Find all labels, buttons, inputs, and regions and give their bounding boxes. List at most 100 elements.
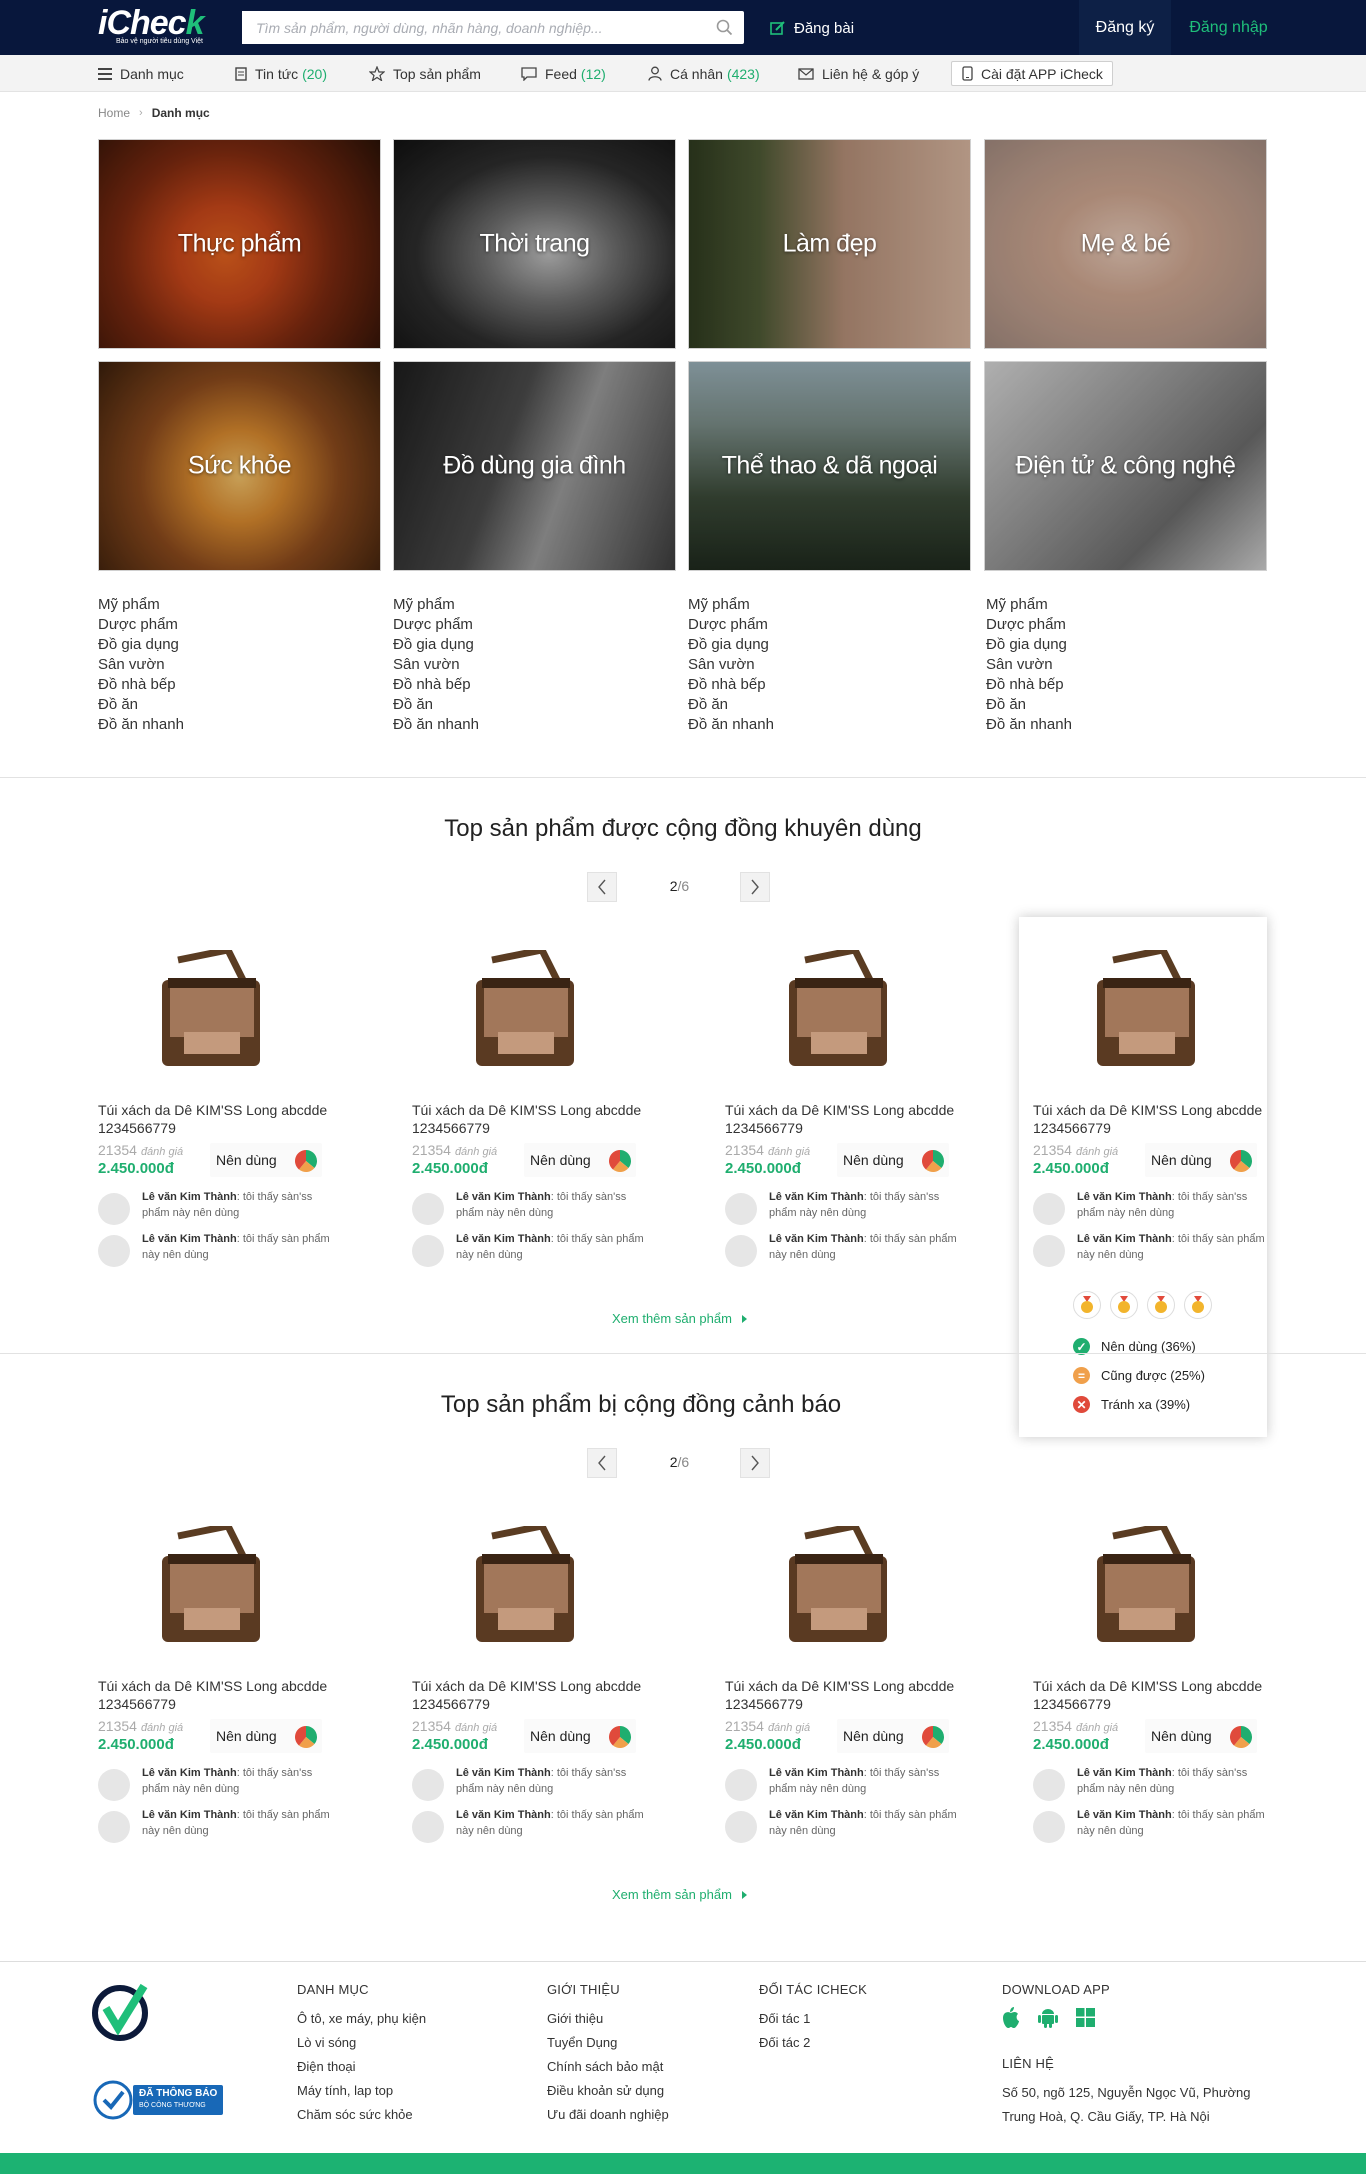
avatar[interactable]: [412, 1769, 444, 1801]
avatar[interactable]: [1033, 1769, 1065, 1801]
review-user[interactable]: Lê văn Kim Thành: [1077, 1809, 1172, 1821]
review-user[interactable]: Lê văn Kim Thành: [142, 1809, 237, 1821]
review-user[interactable]: Lê văn Kim Thành: [769, 1809, 864, 1821]
product-name[interactable]: Túi xách da Dê KIM'SS Long abcdde 123456…: [98, 1101, 338, 1137]
avatar[interactable]: [1033, 1235, 1065, 1267]
footer-link[interactable]: Đối tác 2: [759, 2031, 867, 2055]
category-tile-mother-baby[interactable]: Mẹ & bé: [984, 139, 1267, 349]
product-card[interactable]: Túi xách da Dê KIM'SS Long abcdde 123456…: [412, 1493, 660, 1853]
footer-link[interactable]: Tuyển Dụng: [547, 2031, 669, 2055]
footer-link[interactable]: Giới thiệu: [547, 2007, 669, 2031]
product-name[interactable]: Túi xách da Dê KIM'SS Long abcdde 123456…: [725, 1101, 965, 1137]
subcategory-link[interactable]: Mỹ phẩm: [688, 595, 938, 615]
nav-categories[interactable]: Danh mục: [98, 55, 184, 92]
product-card[interactable]: Túi xách da Dê KIM'SS Long abcdde 123456…: [98, 917, 346, 1277]
subcategory-link[interactable]: Dược phẩm: [986, 615, 1236, 635]
subcategory-link[interactable]: Mỹ phẩm: [98, 595, 348, 615]
avatar[interactable]: [725, 1811, 757, 1843]
windows-icon[interactable]: [1076, 2008, 1095, 2027]
subcategory-link[interactable]: Đồ gia dụng: [393, 635, 643, 655]
avatar[interactable]: [98, 1235, 130, 1267]
vote-usable[interactable]: = Cũng được (25%): [1073, 1367, 1205, 1384]
review-user[interactable]: Lê văn Kim Thành: [1077, 1191, 1172, 1203]
product-name[interactable]: Túi xách da Dê KIM'SS Long abcdde 123456…: [412, 1101, 652, 1137]
avatar[interactable]: [1033, 1193, 1065, 1225]
search-input[interactable]: [242, 11, 704, 44]
avatar[interactable]: [98, 1769, 130, 1801]
footer-link[interactable]: Điều khoản sử dụng: [547, 2079, 669, 2103]
nav-news[interactable]: Tin tức (20): [234, 55, 327, 92]
product-name[interactable]: Túi xách da Dê KIM'SS Long abcdde 123456…: [98, 1677, 338, 1713]
footer-link[interactable]: Chính sách bảo mật: [547, 2055, 669, 2079]
review-user[interactable]: Lê văn Kim Thành: [769, 1191, 864, 1203]
subcategory-link[interactable]: Đồ nhà bếp: [98, 675, 348, 695]
subcategory-link[interactable]: Đồ nhà bếp: [393, 675, 643, 695]
avatar[interactable]: [98, 1193, 130, 1225]
subcategory-link[interactable]: Đồ ăn nhanh: [986, 715, 1236, 735]
subcategory-link[interactable]: Đồ gia dụng: [98, 635, 348, 655]
icheck-footer-logo[interactable]: [92, 1982, 152, 2042]
subcategory-link[interactable]: Dược phẩm: [393, 615, 643, 635]
category-tile-sports[interactable]: Thể thao & dã ngoại: [688, 361, 971, 571]
recommend-badge[interactable]: Nên dùng: [1145, 1143, 1257, 1177]
subcategory-link[interactable]: Đồ gia dụng: [688, 635, 938, 655]
review-user[interactable]: Lê văn Kim Thành: [142, 1767, 237, 1779]
avatar[interactable]: [725, 1193, 757, 1225]
subcategory-link[interactable]: Đồ ăn nhanh: [98, 715, 348, 735]
footer-link[interactable]: Chăm sóc sức khỏe: [297, 2103, 426, 2127]
subcategory-link[interactable]: Đồ gia dụng: [986, 635, 1236, 655]
subcategory-link[interactable]: Đồ ăn: [688, 695, 938, 715]
footer-link[interactable]: Ưu đãi doanh nghiệp: [547, 2103, 669, 2127]
subcategory-link[interactable]: Mỹ phẩm: [393, 595, 643, 615]
nav-personal[interactable]: Cá nhân (423): [648, 55, 760, 92]
post-button[interactable]: Đăng bài: [770, 15, 854, 41]
ministry-badge[interactable]: ĐÃ THÔNG BÁO BỘ CÔNG THƯƠNG: [93, 2080, 228, 2120]
product-name[interactable]: Túi xách da Dê KIM'SS Long abcdde 123456…: [412, 1677, 652, 1713]
recommend-badge[interactable]: Nên dùng: [210, 1143, 322, 1177]
review-user[interactable]: Lê văn Kim Thành: [456, 1233, 551, 1245]
subcategory-link[interactable]: Sân vườn: [688, 655, 938, 675]
subcategory-link[interactable]: Sân vườn: [98, 655, 348, 675]
avatar[interactable]: [98, 1811, 130, 1843]
avatar[interactable]: [725, 1769, 757, 1801]
review-user[interactable]: Lê văn Kim Thành: [456, 1767, 551, 1779]
product-card-hovered[interactable]: Túi xách da Dê KIM'SS Long abcdde 123456…: [1019, 917, 1267, 1437]
android-icon[interactable]: [1038, 2007, 1058, 2028]
footer-link[interactable]: Máy tính, lap top: [297, 2079, 426, 2103]
recommend-badge[interactable]: Nên dùng: [1145, 1719, 1257, 1753]
footer-link[interactable]: Lò vi sóng: [297, 2031, 426, 2055]
product-name[interactable]: Túi xách da Dê KIM'SS Long abcdde 123456…: [1033, 1677, 1273, 1713]
recommend-badge[interactable]: Nên dùng: [524, 1143, 636, 1177]
nav-feed[interactable]: Feed (12): [521, 55, 606, 92]
recommend-badge[interactable]: Nên dùng: [837, 1143, 949, 1177]
nav-contact[interactable]: Liên hệ & góp ý: [798, 55, 919, 92]
recommend-badge[interactable]: Nên dùng: [524, 1719, 636, 1753]
category-tile-electronics[interactable]: Điện tử & công nghệ: [984, 361, 1267, 571]
next-page-button[interactable]: [740, 872, 770, 902]
subcategory-link[interactable]: Sân vườn: [986, 655, 1236, 675]
subcategory-link[interactable]: Dược phẩm: [688, 615, 938, 635]
footer-link[interactable]: Điện thoại: [297, 2055, 426, 2079]
category-tile-beauty[interactable]: Làm đẹp: [688, 139, 971, 349]
subcategory-link[interactable]: Dược phẩm: [98, 615, 348, 635]
subcategory-link[interactable]: Đồ ăn: [986, 695, 1236, 715]
review-user[interactable]: Lê văn Kim Thành: [456, 1809, 551, 1821]
recommend-badge[interactable]: Nên dùng: [837, 1719, 949, 1753]
product-name[interactable]: Túi xách da Dê KIM'SS Long abcdde 123456…: [1033, 1101, 1273, 1137]
category-tile-household[interactable]: Đồ dùng gia đình: [393, 361, 676, 571]
apple-icon[interactable]: [1002, 2007, 1020, 2028]
category-tile-health[interactable]: Sức khỏe: [98, 361, 381, 571]
subcategory-link[interactable]: Đồ ăn nhanh: [393, 715, 643, 735]
subcategory-link[interactable]: Đồ ăn nhanh: [688, 715, 938, 735]
icheck-logo[interactable]: iCheck Bảo vệ người tiêu dùng Việt: [98, 5, 205, 45]
nav-top-products[interactable]: Top sản phẩm: [369, 55, 481, 92]
footer-link[interactable]: Ô tô, xe máy, phụ kiện: [297, 2007, 426, 2031]
install-app-button[interactable]: Cài đặt APP iCheck: [951, 61, 1113, 86]
see-more-warning[interactable]: Xem thêm sản phẩm: [612, 1887, 747, 1902]
avatar[interactable]: [412, 1811, 444, 1843]
product-card[interactable]: Túi xách da Dê KIM'SS Long abcdde 123456…: [725, 917, 973, 1277]
category-tile-fashion[interactable]: Thời trang: [393, 139, 676, 349]
avatar[interactable]: [725, 1235, 757, 1267]
subcategory-link[interactable]: Đồ ăn: [98, 695, 348, 715]
review-user[interactable]: Lê văn Kim Thành: [769, 1767, 864, 1779]
